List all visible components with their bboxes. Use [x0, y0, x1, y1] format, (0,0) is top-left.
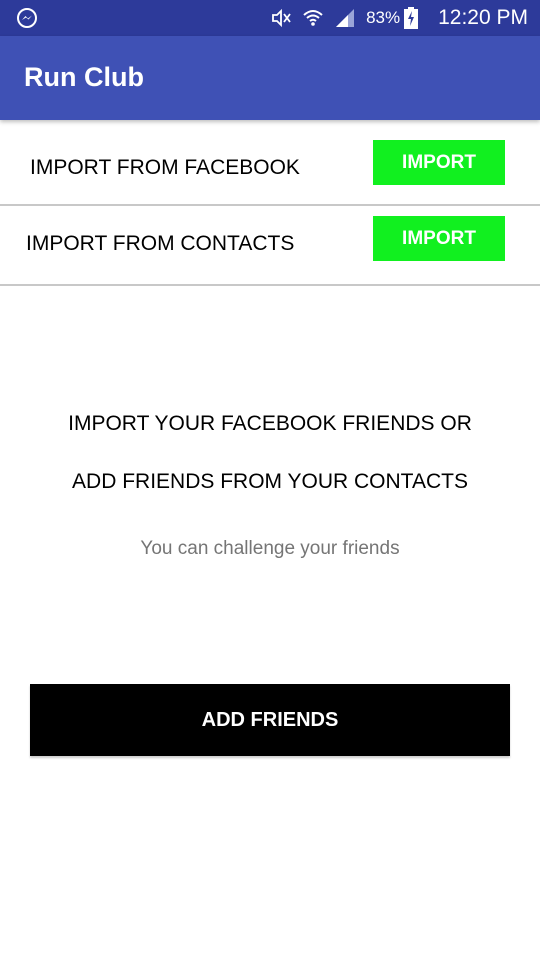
status-icons: 83% 12:20 PM — [260, 0, 528, 36]
import-contacts-row: IMPORT FROM CONTACTS IMPORT — [0, 206, 540, 286]
signal-icon — [334, 7, 356, 29]
empty-state-line-2: ADD FRIENDS FROM YOUR CONTACTS — [72, 470, 468, 493]
import-facebook-row: IMPORT FROM FACEBOOK IMPORT — [0, 122, 540, 206]
messenger-icon — [16, 7, 38, 29]
import-contacts-label: IMPORT FROM CONTACTS — [26, 232, 295, 255]
import-facebook-label: IMPORT FROM FACEBOOK — [30, 156, 300, 179]
app-title: Run Club — [24, 62, 144, 92]
battery-charging-icon — [404, 7, 426, 29]
status-time: 12:20 PM — [438, 6, 528, 29]
status-bar: 83% 12:20 PM — [0, 0, 540, 36]
app-bar: Run Club — [0, 36, 540, 120]
empty-state-line-1: IMPORT YOUR FACEBOOK FRIENDS OR — [68, 412, 472, 435]
empty-state-subtext: You can challenge your friends — [140, 538, 400, 559]
wifi-icon — [302, 7, 324, 29]
import-contacts-button[interactable]: IMPORT — [373, 216, 505, 261]
add-friends-button[interactable]: ADD FRIENDS — [30, 684, 510, 756]
import-facebook-button[interactable]: IMPORT — [373, 140, 505, 185]
battery-percent: 83% — [366, 8, 401, 27]
mute-icon — [270, 7, 292, 29]
